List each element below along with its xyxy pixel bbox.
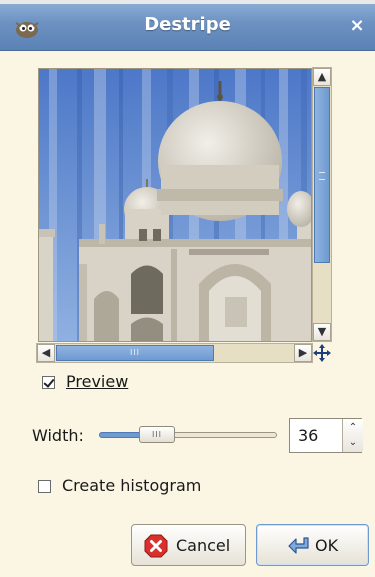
close-icon[interactable]: × bbox=[347, 16, 367, 36]
cancel-icon bbox=[144, 534, 168, 558]
width-slider-handle[interactable]: III bbox=[139, 426, 175, 443]
spin-down-icon[interactable]: ⌄ bbox=[347, 437, 359, 449]
width-spin-button[interactable]: 36 ⌃ ⌄ bbox=[289, 418, 363, 453]
vertical-scroll-thumb[interactable] bbox=[314, 87, 330, 263]
width-label: Width: bbox=[32, 426, 84, 445]
scroll-left-icon[interactable]: ◀ bbox=[37, 344, 55, 362]
scroll-down-icon[interactable]: ▼ bbox=[313, 323, 331, 341]
scroll-up-icon[interactable]: ▲ bbox=[313, 68, 331, 86]
width-label-text: Width: bbox=[32, 426, 84, 445]
width-slider-fill bbox=[99, 432, 143, 438]
create-histogram-checkbox[interactable] bbox=[38, 480, 51, 493]
spin-up-icon[interactable]: ⌃ bbox=[347, 422, 359, 434]
preview-area[interactable] bbox=[38, 68, 312, 342]
ok-button-label: OK bbox=[315, 536, 339, 555]
preview-label-text: Preview bbox=[66, 372, 129, 391]
preview-checkbox[interactable] bbox=[42, 376, 55, 389]
scroll-right-icon[interactable]: ▶ bbox=[294, 344, 312, 362]
horizontal-scroll-thumb[interactable]: III bbox=[56, 345, 214, 361]
cancel-button[interactable]: Cancel bbox=[131, 524, 246, 566]
cancel-button-label: Cancel bbox=[176, 536, 231, 555]
window-title: Destripe bbox=[144, 14, 231, 35]
width-value[interactable]: 36 bbox=[298, 426, 318, 445]
title-bar-top-edge bbox=[0, 0, 375, 4]
width-spin-arrows[interactable]: ⌃ ⌄ bbox=[342, 419, 363, 452]
preview-checkbox-label[interactable]: Preview bbox=[66, 372, 128, 391]
ok-icon bbox=[288, 537, 309, 554]
create-histogram-label[interactable]: Create histogram bbox=[62, 476, 201, 495]
ok-button[interactable]: OK bbox=[256, 524, 369, 566]
title-bar: Destripe × bbox=[0, 0, 375, 51]
preview-horizontal-scrollbar[interactable]: ◀ III ▶ bbox=[36, 343, 313, 363]
navigate-icon[interactable] bbox=[311, 342, 333, 364]
preview-vertical-scrollbar[interactable]: ▲ ▼ bbox=[312, 67, 332, 342]
vertical-thumb-grip bbox=[319, 172, 325, 180]
preview-image bbox=[39, 69, 311, 341]
